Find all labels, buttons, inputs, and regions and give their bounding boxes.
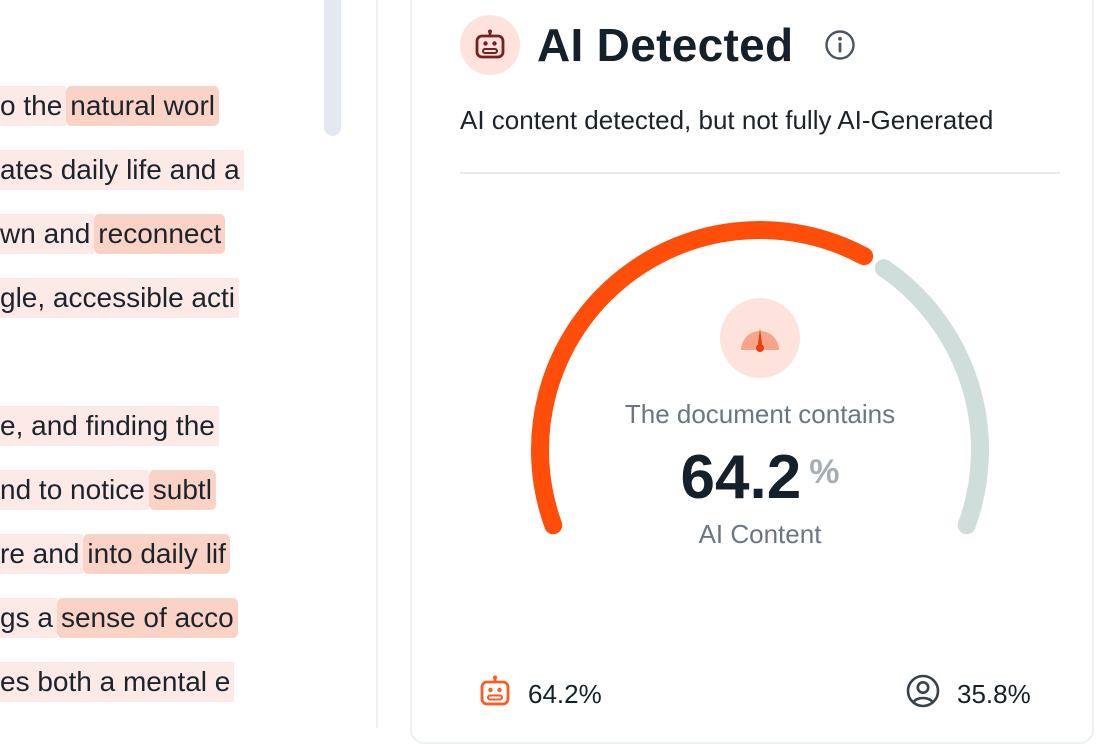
document-line: ates daily life and a (0, 150, 244, 190)
ai-stat-value: 64.2% (528, 678, 602, 709)
header-divider (460, 172, 1060, 174)
document-line: wn and reconnect (0, 214, 226, 254)
document-line: gs a sense of acco (0, 598, 238, 638)
highlight-weak[interactable]: gs a (0, 598, 57, 638)
document-line: gle, accessible acti (0, 278, 240, 318)
ai-stat: 64.2% (478, 674, 602, 714)
result-subtitle: AI content detected, but not fully AI-Ge… (460, 105, 994, 135)
highlight-strong[interactable]: subtl (148, 470, 216, 510)
human-stat: 35.8% (905, 674, 1031, 714)
highlight-strong[interactable]: reconnect (94, 214, 226, 254)
document-line: o the natural worl (0, 86, 220, 126)
document-line: re and into daily lif (0, 534, 230, 574)
highlight-weak[interactable]: wn and (0, 214, 95, 254)
scrollbar-thumb[interactable] (324, 0, 341, 136)
robot-icon (460, 15, 520, 75)
document-line: es both a mental e (0, 662, 235, 702)
robot-icon (478, 674, 512, 715)
percent-unit: % (809, 453, 840, 491)
gauge-value: 64.2% (560, 440, 960, 516)
human-stat-value: 35.8% (957, 678, 1031, 709)
highlight-weak[interactable]: nd to notice (0, 470, 149, 510)
document-line: e, and finding the (0, 406, 219, 446)
info-icon[interactable] (824, 29, 856, 61)
highlight-strong[interactable]: into daily lif (83, 534, 230, 574)
speedometer-icon (720, 298, 800, 378)
highlight-weak[interactable]: ates daily life and a (0, 150, 244, 190)
gauge-label: AI Content (698, 519, 822, 549)
highlight-weak[interactable]: re and (0, 534, 84, 574)
highlight-weak[interactable]: gle, accessible acti (0, 278, 240, 318)
highlight-weak[interactable]: o the (0, 86, 67, 126)
user-circle-icon (905, 673, 941, 716)
document-line: nd to notice subtl (0, 470, 216, 510)
pane-divider[interactable] (376, 0, 378, 728)
page-title: AI Detected (537, 19, 794, 71)
highlight-strong[interactable]: natural worl (66, 86, 220, 126)
document-scrollbar[interactable] (320, 0, 344, 728)
highlight-weak[interactable]: es both a mental e (0, 662, 235, 702)
highlight-strong[interactable]: sense of acco (56, 598, 238, 638)
gauge-caption: The document contains (624, 399, 896, 429)
document-pane[interactable]: o the natural worl ates daily life and a wn… (0, 0, 376, 728)
highlight-weak[interactable]: e, and finding the (0, 406, 219, 446)
ai-percentage-value: 64.2 (680, 443, 802, 512)
